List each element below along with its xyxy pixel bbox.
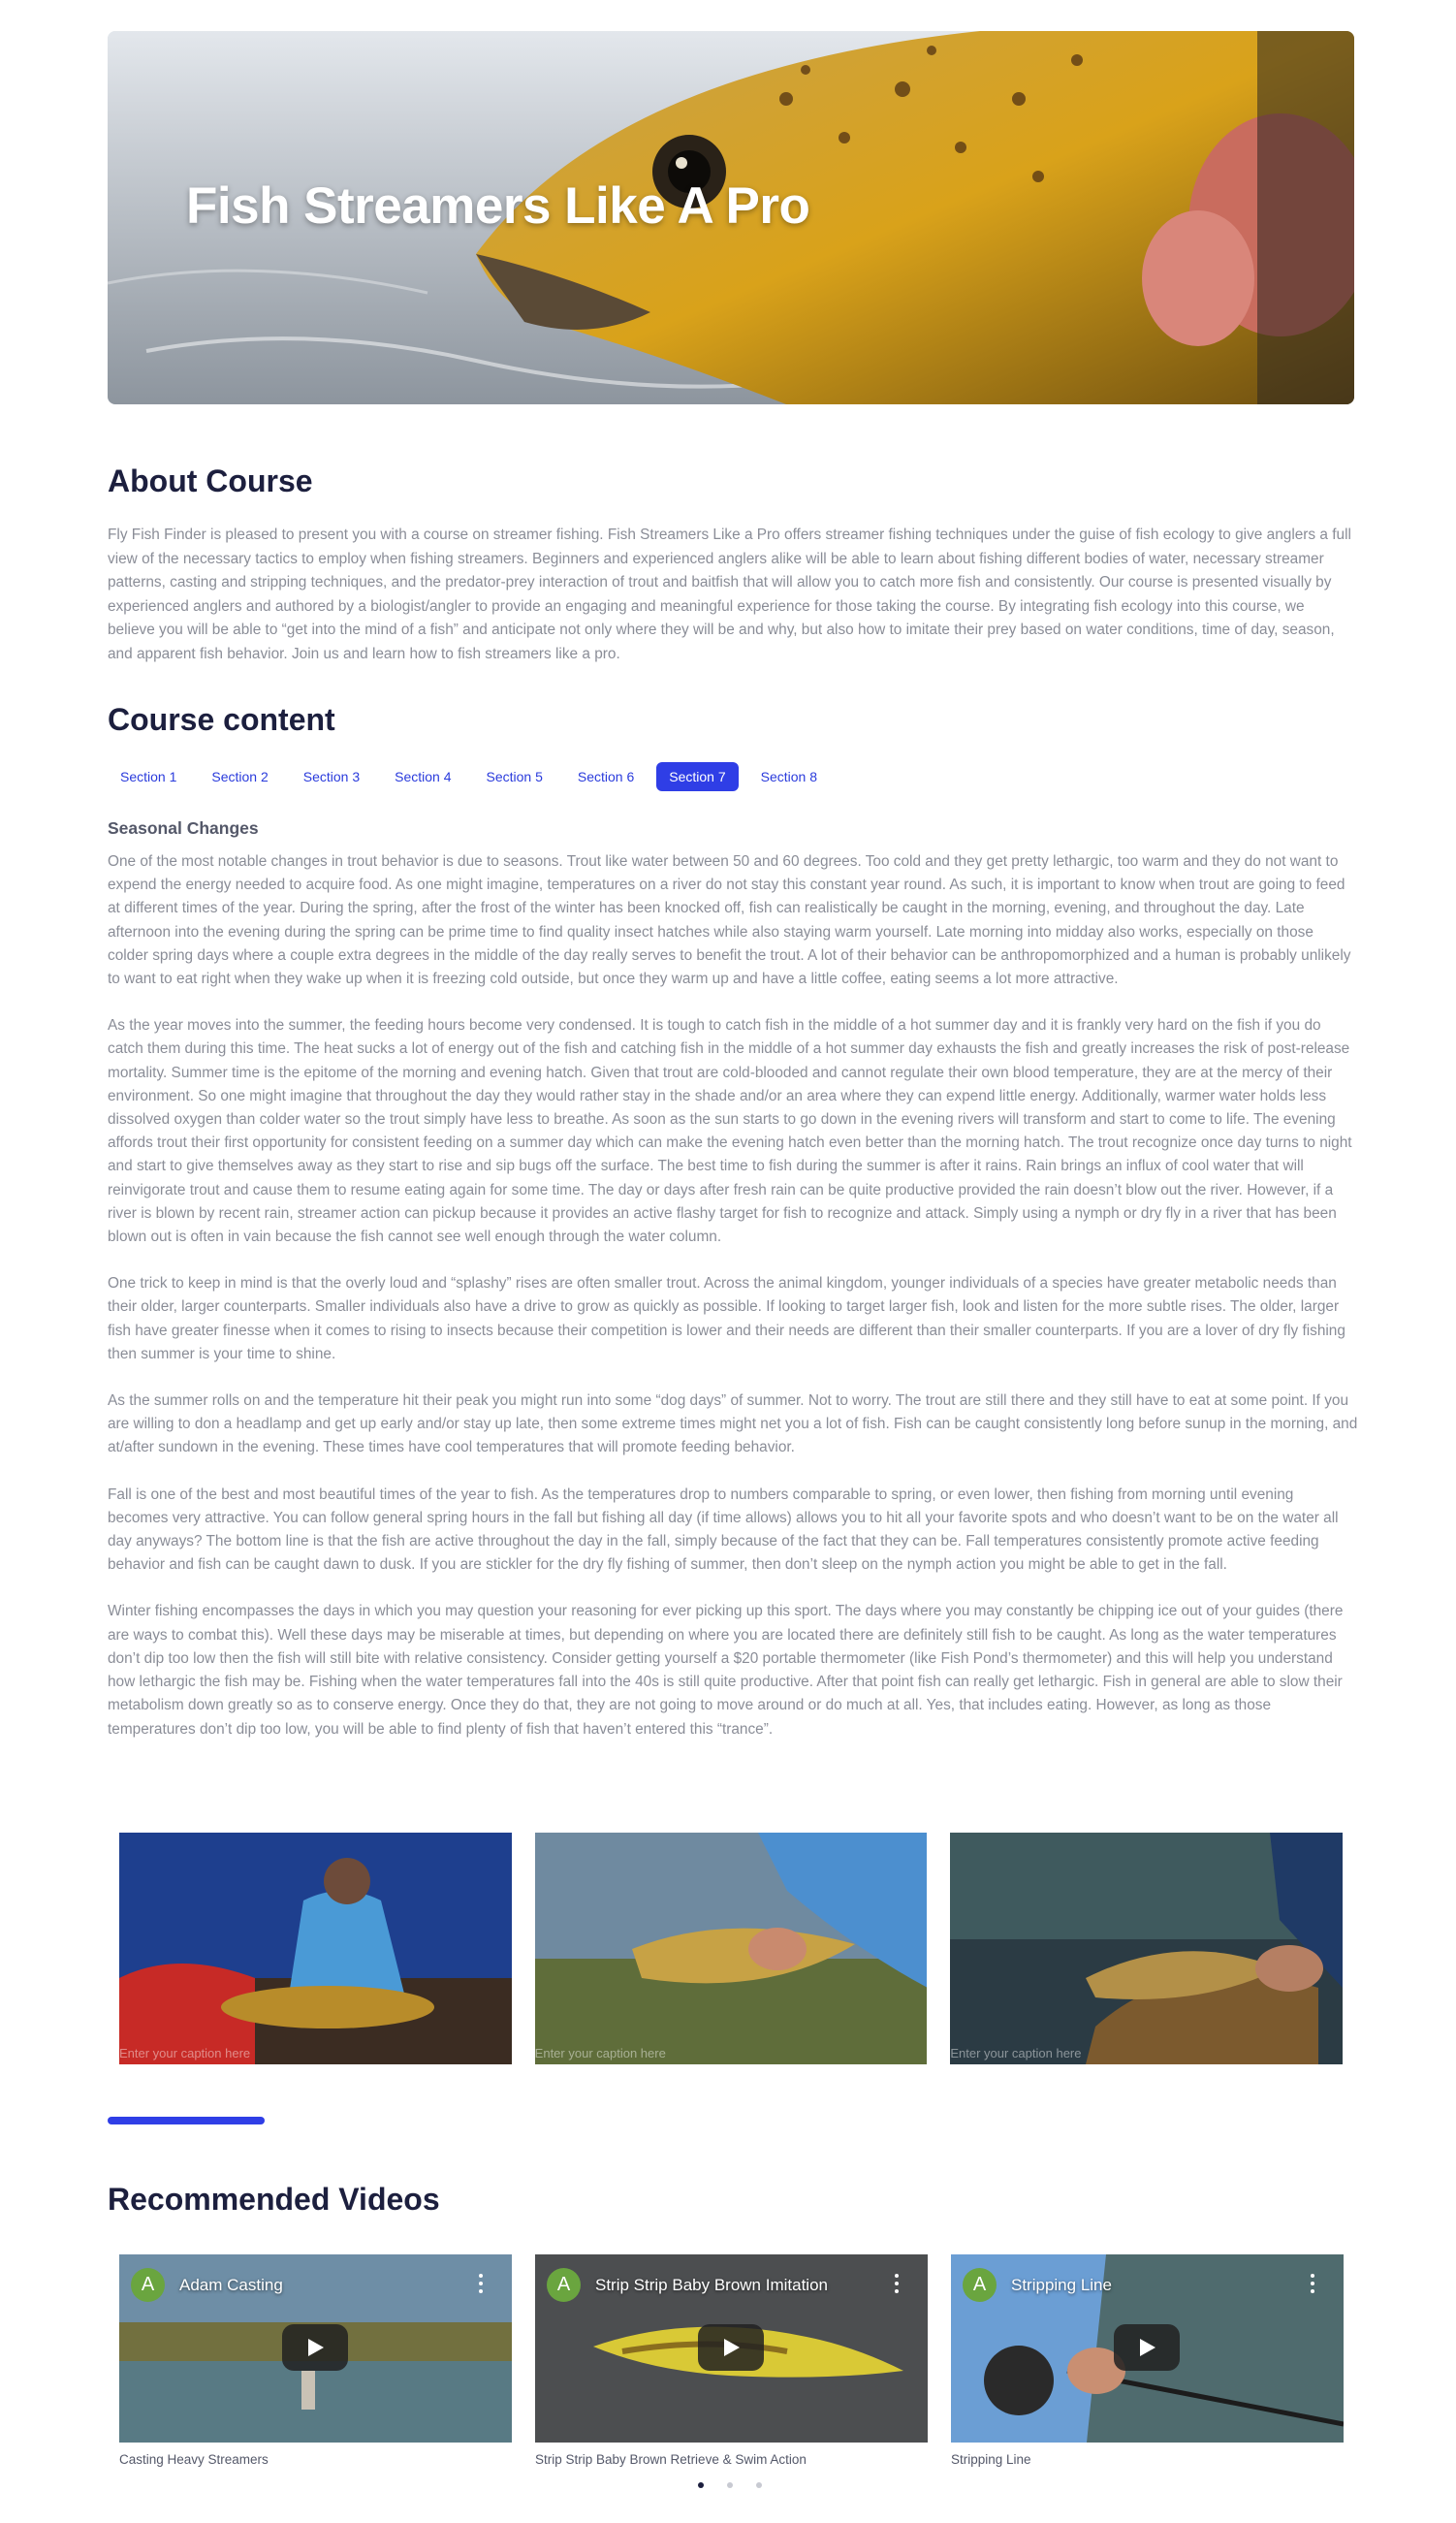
video-caption: Casting Heavy Streamers [119,2452,269,2467]
gallery-photo[interactable]: Enter your caption here [534,1833,928,2064]
video-title[interactable]: Adam Casting [179,2276,283,2295]
play-button[interactable] [282,2324,348,2371]
paragraph: Winter fishing encompasses the days in w… [108,1603,1344,1738]
play-button[interactable] [1114,2324,1180,2371]
gallery-photo[interactable]: Enter your caption here [950,1833,1344,2064]
course-content-heading: Course content [108,702,335,737]
video-thumbnail[interactable]: A Adam Casting [119,2254,512,2443]
photo-gallery: Enter your caption here Enter your capti… [119,1833,1344,2064]
video-card[interactable]: A Adam Casting Casting Heavy Streamers [119,2254,512,2467]
video-title[interactable]: Strip Strip Baby Brown Imitation [595,2276,828,2295]
recommended-videos-heading: Recommended Videos [108,2182,440,2217]
channel-avatar[interactable]: A [963,2268,997,2302]
tab-section-4[interactable]: Section 4 [382,762,463,791]
held-trout-image [534,1833,928,2064]
angler-boat-image [119,1833,512,2064]
carousel-dot[interactable] [756,2482,762,2488]
channel-avatar[interactable]: A [547,2268,581,2302]
video-caption: Strip Strip Baby Brown Retrieve & Swim A… [535,2452,807,2467]
video-title[interactable]: Stripping Line [1011,2276,1112,2295]
tab-section-1[interactable]: Section 1 [108,762,189,791]
photo-caption[interactable]: Enter your caption here [950,2046,1081,2060]
more-options-icon[interactable] [479,2274,483,2293]
channel-avatar[interactable]: A [131,2268,165,2302]
carousel-dot[interactable] [727,2482,733,2488]
section-title: Seasonal Changes [108,818,259,838]
gallery-photo[interactable]: Enter your caption here [119,1833,512,2064]
paragraph: One trick to keep in mind is that the ov… [108,1275,1345,1362]
play-button[interactable] [698,2324,764,2371]
more-options-icon[interactable] [895,2274,899,2293]
photo-caption[interactable]: Enter your caption here [535,2046,666,2060]
video-card[interactable]: A Stripping Line Stripping Line [951,2254,1344,2467]
hero-banner: Fish Streamers Like A Pro [108,31,1354,404]
photo-caption[interactable]: Enter your caption here [119,2046,250,2060]
tab-section-8[interactable]: Section 8 [748,762,830,791]
carousel-dot[interactable] [698,2482,704,2488]
paragraph: As the year moves into the summer, the f… [108,1017,1352,1246]
paragraph: As the summer rolls on and the temperatu… [108,1392,1358,1456]
video-thumbnail[interactable]: A Stripping Line [951,2254,1344,2443]
trout-net-image [950,1833,1344,2064]
paragraph: Fall is one of the best and most beautif… [108,1485,1339,1574]
carousel-pagination [698,2482,762,2488]
section-tabs: Section 1 Section 2 Section 3 Section 4 … [108,762,830,793]
video-card[interactable]: A Strip Strip Baby Brown Imitation Strip… [535,2254,928,2467]
section-content: One of the most notable changes in trout… [108,850,1358,1765]
section-divider [108,2117,265,2124]
video-caption: Stripping Line [951,2452,1031,2467]
tab-section-3[interactable]: Section 3 [291,762,372,791]
tab-section-2[interactable]: Section 2 [199,762,280,791]
about-text: Fly Fish Finder is pleased to present yo… [108,527,1351,662]
more-options-icon[interactable] [1311,2274,1314,2293]
paragraph: One of the most notable changes in trout… [108,853,1351,988]
video-carousel: A Adam Casting Casting Heavy Streamers A… [119,2254,1344,2467]
tab-section-6[interactable]: Section 6 [565,762,647,791]
about-heading: About Course [108,463,313,498]
video-thumbnail[interactable]: A Strip Strip Baby Brown Imitation [535,2254,928,2443]
tab-section-7[interactable]: Section 7 [656,762,739,791]
tab-section-5[interactable]: Section 5 [474,762,555,791]
course-title: Fish Streamers Like A Pro [186,177,810,235]
